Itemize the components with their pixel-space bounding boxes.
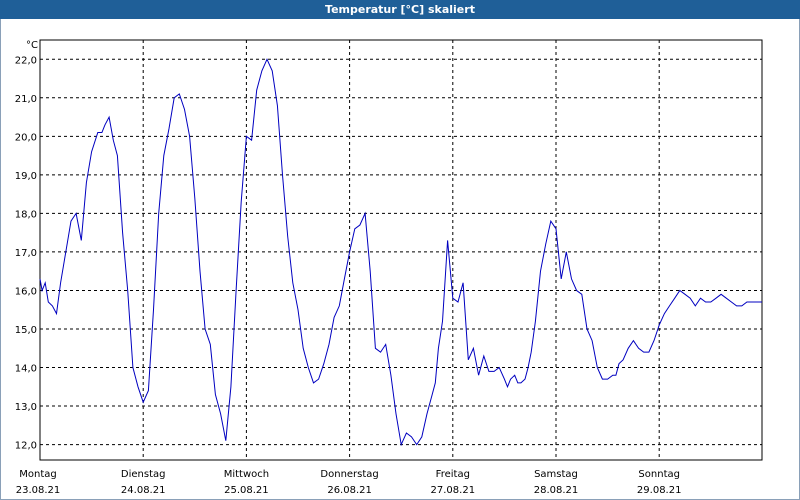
x-tick-day: Montag	[19, 469, 56, 480]
y-tick-label: 22,0	[15, 55, 37, 66]
x-tick-date: 23.08.21	[16, 485, 61, 496]
y-axis-ticks: 22,0 21,0 20,0 19,0 18,0 17,0 16,0 15,0 14,0 13,0…	[15, 55, 37, 451]
y-tick-label: 19,0	[15, 171, 37, 182]
x-tick-date: 27.08.21	[431, 485, 476, 496]
y-tick-label: 14,0	[15, 364, 37, 375]
y-tick-label: 13,0	[15, 402, 37, 413]
y-tick-label: 12,0	[15, 441, 37, 452]
x-tick-day: Donnerstag	[320, 469, 378, 480]
x-tick-day: Freitag	[436, 469, 470, 480]
x-tick-date: 29.08.21	[637, 485, 682, 496]
x-tick-day: Sonntag	[638, 469, 680, 480]
x-tick-date: 28.08.21	[534, 485, 579, 496]
x-tick-day: Mittwoch	[224, 469, 269, 480]
x-tick-date: 24.08.21	[121, 485, 166, 496]
x-tick-date: 25.08.21	[224, 485, 269, 496]
x-tick-day: Samstag	[534, 469, 578, 480]
y-tick-label: 16,0	[15, 286, 37, 297]
y-tick-label: 20,0	[15, 132, 37, 143]
y-tick-label: 15,0	[15, 325, 37, 336]
temperature-chart: 22,0 21,0 20,0 19,0 18,0 17,0 16,0 15,0 14,0 13,0…	[15, 39, 763, 496]
y-axis-unit: °C	[26, 40, 38, 51]
x-axis-ticks: Montag 23.08.21 Dienstag 24.08.21 Mittwoch 25…	[16, 469, 682, 496]
y-tick-label: 18,0	[15, 209, 37, 220]
y-tick-label: 21,0	[15, 94, 37, 105]
x-tick-day: Dienstag	[121, 469, 166, 480]
grid	[40, 40, 762, 460]
x-tick-date: 26.08.21	[327, 485, 372, 496]
plot-area	[39, 39, 763, 461]
y-tick-label: 17,0	[15, 248, 37, 259]
